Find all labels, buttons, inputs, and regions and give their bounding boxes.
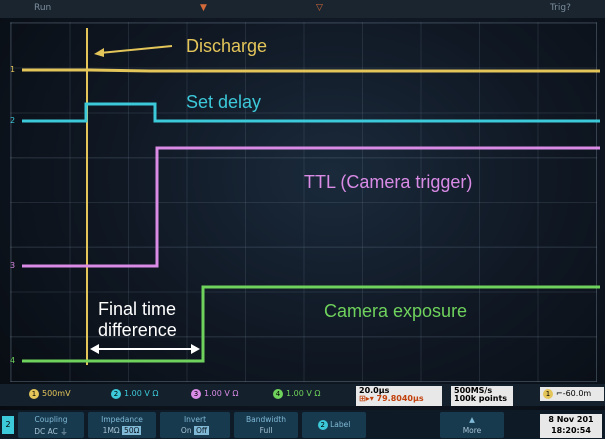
datetime-display: 8 Nov 201 18:20:54	[540, 414, 602, 438]
label-menu-button[interactable]: 2 Label	[302, 412, 366, 438]
ch1-badge-icon: 1	[29, 388, 39, 399]
waveform-traces: 1 2 3 4	[10, 28, 600, 365]
trigger-pos-icon: ⊞▸▾	[359, 394, 374, 403]
rising-edge-icon: ⌐	[556, 389, 563, 398]
ch3-trace	[22, 146, 600, 268]
chevron-up-icon: ▲	[469, 415, 475, 424]
more-menu-button[interactable]: ▲ More	[440, 412, 504, 438]
time-difference-arrowhead-right	[191, 344, 200, 354]
ch1-ground-marker: 1	[10, 65, 15, 74]
acquisition-readout[interactable]: 500MS/s 100k points	[451, 386, 513, 406]
ch4-scale-readout[interactable]: 4 1.00 V Ω	[270, 387, 323, 401]
ch4-ground-marker: 4	[10, 356, 15, 365]
bottom-menu-bar: 2 Coupling DC AC ⏚ Impedance 1MΩ 50Ω Inv…	[0, 410, 605, 439]
bandwidth-menu-button[interactable]: Bandwidth Full	[234, 412, 298, 438]
time-difference-arrowhead-left	[90, 344, 99, 354]
discharge-label: Discharge	[186, 36, 268, 56]
channel-status-bar: 1 500mV 2 1.00 V Ω 3 1.00 V Ω 4 1.00 V Ω 20.…	[0, 384, 605, 406]
discharge-arrowhead	[94, 48, 104, 57]
ch3-ground-marker: 3	[10, 261, 15, 270]
ch2-badge-icon: 2	[111, 388, 121, 399]
final-time-label-line1: Final time	[98, 299, 177, 319]
set-delay-label: Set delay	[186, 92, 262, 112]
ch4-badge-icon: 4	[273, 388, 283, 399]
ch1-trace	[22, 68, 600, 73]
trigger-level-readout[interactable]: 1 ⌐-60.0m	[540, 387, 604, 401]
timebase-readout[interactable]: 20.0µs ⊞▸▾ 79.8040µs	[356, 386, 442, 406]
discharge-arrow	[99, 45, 173, 54]
ch3-badge-icon: 3	[191, 388, 201, 399]
ttl-label: TTL (Camera trigger)	[304, 172, 473, 192]
ch2-trace	[22, 102, 600, 123]
trigger-source-badge-icon: 1	[543, 388, 553, 399]
channel-2-menu-tab[interactable]: 2	[2, 416, 14, 434]
ch2-scale-readout[interactable]: 2 1.00 V Ω	[108, 387, 161, 401]
invert-menu-button[interactable]: Invert On Off	[160, 412, 230, 438]
ch3-scale-readout[interactable]: 3 1.00 V Ω	[188, 387, 241, 401]
final-time-label-line2: difference	[98, 320, 177, 340]
camera-exposure-label: Camera exposure	[324, 301, 468, 321]
ch2-ground-marker: 2	[10, 116, 15, 125]
impedance-menu-button[interactable]: Impedance 1MΩ 50Ω	[88, 412, 156, 438]
coupling-menu-button[interactable]: Coupling DC AC ⏚	[18, 412, 84, 438]
oscilloscope-screen: Run ▼ ▽ Trig? 1 2 3 4 Discharge Set dela…	[0, 0, 605, 439]
ch1-scale-readout[interactable]: 1 500mV	[26, 387, 74, 401]
